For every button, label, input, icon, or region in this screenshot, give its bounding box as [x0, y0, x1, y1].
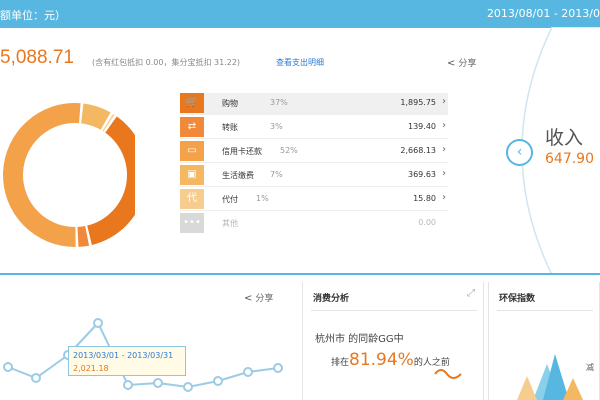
trend-point	[153, 378, 163, 388]
spending-donut-chart[interactable]	[0, 100, 135, 250]
share-label: 分享	[458, 59, 477, 69]
city-peer-text: 杭州市 的同龄GG中	[315, 334, 404, 345]
swirl-decoration	[434, 369, 462, 379]
category-row-pay-for-others[interactable]: 代 代付 1% 15.80 ›	[180, 189, 448, 211]
deduction-note: (含有红包抵扣 0.00，集分宝抵扣 31.22)	[92, 58, 241, 67]
trend-point	[31, 373, 41, 383]
tooltip-value: 2,021.18	[73, 364, 109, 373]
category-amount: 1,895.75	[400, 98, 436, 107]
pay-for-others-icon: 代	[180, 189, 204, 209]
chevron-right-icon: ›	[442, 96, 446, 107]
chevron-right-icon: ›	[442, 144, 446, 155]
chevron-left-icon: ‹	[516, 144, 523, 160]
panel-title: 环保指数	[499, 294, 536, 304]
panel-title: 消费分析	[313, 294, 350, 304]
category-row-credit-card[interactable]: ▭ 信用卡还款 52% 2,668.13 ›	[180, 141, 448, 163]
environment-index-panel: 环保指数 减	[488, 282, 600, 400]
trend-point	[213, 376, 223, 386]
trend-point	[123, 380, 133, 390]
share-button[interactable]: < 分享	[447, 56, 476, 69]
trend-point	[273, 363, 283, 373]
donut-slice[interactable]	[2, 103, 81, 247]
rank-prefix: 排在	[331, 358, 350, 368]
expand-icon[interactable]: ⤢	[467, 288, 475, 299]
income-arrow-button[interactable]: ‹	[506, 139, 533, 166]
env-side-text: 减	[586, 363, 594, 372]
date-range-picker[interactable]: 2013/08/01 - 2013/0	[487, 7, 600, 20]
trend-point	[3, 362, 13, 372]
category-amount: 139.40	[408, 122, 436, 131]
consumption-analysis-panel: 消费分析 ⤢ 杭州市 的同龄GG中 排在81.94%的人之前	[302, 282, 484, 400]
category-percent: 7%	[270, 170, 283, 179]
category-amount: 369.63	[408, 170, 436, 179]
view-detail-link[interactable]: 查看支出明细	[276, 57, 324, 68]
trend-point	[93, 318, 103, 328]
category-name: 生活缴费	[222, 171, 254, 180]
share-icon: <	[447, 58, 456, 69]
cart-icon: 🛒	[180, 93, 204, 113]
category-name: 信用卡还款	[222, 147, 262, 156]
income-value: 647.90	[545, 151, 594, 167]
credit-card-icon: ▭	[180, 141, 204, 161]
trend-tooltip: 2013/03/01 - 2013/03/31 2,021.18	[68, 346, 186, 376]
top-bar: 额单位：元） 2013/08/01 - 2013/0	[0, 0, 600, 28]
chevron-right-icon: ›	[442, 192, 446, 203]
donut-slice[interactable]	[77, 225, 90, 247]
category-amount: 0.00	[418, 218, 436, 227]
total-spending: 5,088.71	[0, 47, 74, 68]
panel-divider	[497, 310, 593, 311]
category-row-shopping[interactable]: 🛒 购物 37% 1,895.75 ›	[180, 93, 448, 115]
chevron-right-icon: ›	[442, 120, 446, 131]
tooltip-range: 2013/03/01 - 2013/03/31	[73, 351, 174, 360]
unit-label: 额单位：元）	[0, 9, 66, 22]
panel-divider	[311, 310, 477, 311]
trend-point	[183, 382, 193, 392]
category-amount: 2,668.13	[400, 146, 436, 155]
section-divider	[0, 273, 600, 275]
category-name: 其他	[222, 219, 238, 228]
trend-point	[243, 367, 253, 377]
category-percent: 52%	[280, 146, 298, 155]
category-name: 购物	[222, 99, 238, 108]
category-row-transfer[interactable]: ⇄ 转账 3% 139.40 ›	[180, 117, 448, 139]
rank-value: 81.94%	[349, 350, 414, 370]
category-row-other: ••• 其他 0.00	[180, 213, 448, 235]
donut-slice[interactable]	[87, 116, 135, 245]
category-percent: 1%	[256, 194, 269, 203]
chevron-right-icon: ›	[442, 168, 446, 179]
transfer-icon: ⇄	[180, 117, 204, 137]
category-name: 代付	[222, 195, 238, 204]
income-label: 收入	[545, 127, 584, 149]
bill-icon: ▣	[180, 165, 204, 185]
category-amount: 15.80	[413, 194, 436, 203]
tree-illustration	[517, 354, 583, 400]
category-percent: 37%	[270, 98, 288, 107]
category-row-utilities[interactable]: ▣ 生活缴费 7% 369.63 ›	[180, 165, 448, 187]
category-percent: 3%	[270, 122, 283, 131]
other-icon: •••	[180, 213, 204, 233]
category-name: 转账	[222, 123, 238, 132]
